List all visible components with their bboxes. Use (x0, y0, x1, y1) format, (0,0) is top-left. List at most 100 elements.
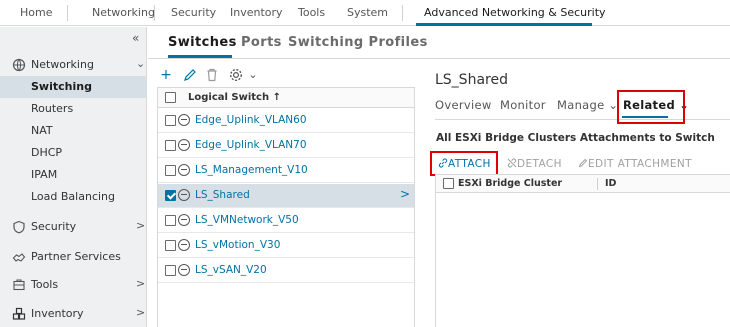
row-checkbox[interactable] (165, 215, 176, 226)
edit-icon[interactable] (182, 67, 198, 83)
sidebar-item-networking[interactable]: Networking ⌄ (0, 54, 147, 76)
detach-button[interactable]: DETACH (507, 158, 562, 170)
logical-switch-icon (178, 164, 190, 176)
edit-icon (578, 158, 588, 168)
sidebar-item-label: IPAM (31, 168, 58, 181)
sidebar-item-label: NAT (31, 124, 53, 137)
nav-home[interactable]: Home (20, 6, 52, 19)
sidebar-item-tools[interactable]: Tools > (0, 274, 147, 296)
logical-switch-icon (178, 239, 190, 251)
collapse-sidebar-icon[interactable]: « (132, 31, 139, 45)
tab-switches[interactable]: Switches (168, 35, 237, 50)
sidebar-item-routers[interactable]: Routers (0, 98, 147, 120)
detach-label: DETACH (517, 158, 562, 170)
top-navigation: Home Networking Security Inventory Tools… (0, 0, 730, 26)
section-title: All ESXi Bridge Clusters Attachments to … (436, 132, 715, 144)
sidebar-item-label: Networking (31, 58, 94, 71)
sidebar-item-security[interactable]: Security > (0, 216, 147, 238)
sidebar-item-ipam[interactable]: IPAM (0, 164, 147, 186)
partner-services-icon (12, 253, 26, 262)
nav-inventory[interactable]: Inventory (230, 6, 283, 19)
grid-header: ESXi Bridge Cluster ID (436, 175, 730, 193)
table-row[interactable]: LS_Management_V10 (158, 159, 414, 183)
chevron-right-icon: > (136, 277, 146, 290)
delete-icon[interactable] (204, 67, 220, 83)
nav-active-indicator (416, 23, 592, 26)
nav-separator (67, 5, 68, 21)
switch-name-link[interactable]: Edge_Uplink_VLAN60 (195, 114, 307, 126)
column-header-id[interactable]: ID (605, 178, 616, 189)
chevron-down-icon: ⌄ (136, 57, 146, 70)
nav-separator (402, 5, 403, 21)
nav-security[interactable]: Security (171, 6, 216, 19)
logical-switch-icon (178, 264, 190, 276)
select-all-checkbox[interactable] (165, 92, 176, 103)
tabs-divider (435, 119, 730, 120)
chevron-right-icon: > (136, 306, 146, 319)
sidebar-item-label: Partner Services (31, 250, 121, 263)
nav-networking[interactable]: Networking (92, 6, 155, 19)
tab-active-indicator (168, 55, 232, 58)
table-row[interactable]: Edge_Uplink_VLAN70 (158, 134, 414, 158)
sidebar-item-load-balancing[interactable]: Load Balancing (0, 186, 147, 208)
column-header-esxi-bridge-cluster[interactable]: ESXi Bridge Cluster (458, 178, 562, 189)
row-checkbox[interactable] (165, 115, 176, 126)
logical-switch-icon (178, 114, 190, 126)
row-checkbox[interactable] (165, 140, 176, 151)
switch-name-link[interactable]: LS_Shared (195, 189, 250, 201)
sidebar-item-label: Security (31, 220, 77, 233)
switch-name-link[interactable]: LS_VMNetwork_V50 (195, 214, 299, 226)
tab-manage[interactable]: Manage ⌄ (557, 98, 618, 112)
tab-ports[interactable]: Ports (241, 35, 282, 50)
chevron-right-icon: > (399, 187, 410, 201)
switch-name-link[interactable]: Edge_Uplink_VLAN70 (195, 139, 307, 151)
row-checkbox[interactable] (165, 265, 176, 276)
nav-tools[interactable]: Tools (298, 6, 325, 19)
sidebar-item-label: Routers (31, 102, 74, 115)
tab-switching-profiles[interactable]: Switching Profiles (288, 35, 428, 50)
column-header-logical-switch[interactable]: Logical Switch ↑ (188, 92, 281, 103)
sidebar-item-label: Tools (31, 278, 59, 291)
switch-list-header: Logical Switch ↑ (158, 88, 414, 108)
tools-icon (13, 279, 25, 291)
logical-switch-icon (178, 139, 190, 151)
table-row-selected[interactable]: LS_Shared > (158, 184, 414, 208)
sidebar-item-dhcp[interactable]: DHCP (0, 142, 147, 164)
sidebar-item-partner-services[interactable]: Partner Services (0, 246, 147, 268)
shield-icon (13, 220, 25, 234)
switch-name-link[interactable]: LS_Management_V10 (195, 164, 308, 176)
row-checkbox[interactable] (165, 190, 176, 201)
unlink-icon (507, 158, 517, 168)
sidebar-item-switching[interactable]: Switching (0, 76, 147, 98)
inventory-icon (12, 307, 26, 320)
chevron-right-icon: > (136, 219, 146, 232)
nav-system[interactable]: System (347, 6, 388, 19)
sidebar-item-label: Load Balancing (31, 190, 115, 203)
chevron-down-icon[interactable]: ⌄ (245, 67, 261, 83)
networking-icon (12, 58, 26, 72)
edit-attachment-button[interactable]: EDIT ATTACHMENT (578, 158, 692, 170)
table-row[interactable]: LS_VMNetwork_V50 (158, 209, 414, 233)
tab-monitor[interactable]: Monitor (500, 98, 546, 112)
add-icon[interactable]: + (158, 67, 174, 83)
detail-title: LS_Shared (435, 72, 508, 88)
sidebar-item-nat[interactable]: NAT (0, 120, 147, 142)
bridge-cluster-grid: ESXi Bridge Cluster ID (435, 174, 730, 327)
sidebar: « Networking ⌄ Switching Routers NAT DHC… (0, 27, 147, 327)
nav-advanced-networking-security[interactable]: Advanced Networking & Security (424, 6, 606, 19)
gear-icon[interactable] (228, 67, 244, 83)
tab-overview[interactable]: Overview (435, 98, 492, 112)
row-checkbox[interactable] (165, 240, 176, 251)
switch-name-link[interactable]: LS_vMotion_V30 (195, 239, 280, 251)
switch-list: Logical Switch ↑ Edge_Uplink_VLAN60 Edge… (157, 87, 415, 327)
row-checkbox[interactable] (165, 165, 176, 176)
table-row[interactable]: Edge_Uplink_VLAN60 (158, 109, 414, 133)
table-row[interactable]: LS_vMotion_V30 (158, 234, 414, 258)
switch-name-link[interactable]: LS_vSAN_V20 (195, 264, 267, 276)
select-all-checkbox[interactable] (443, 178, 454, 189)
column-separator (597, 178, 598, 190)
sidebar-item-label: Switching (31, 80, 92, 93)
sidebar-item-inventory[interactable]: Inventory > (0, 303, 147, 325)
edit-attachment-label: EDIT ATTACHMENT (588, 158, 692, 170)
table-row[interactable]: LS_vSAN_V20 (158, 259, 414, 283)
